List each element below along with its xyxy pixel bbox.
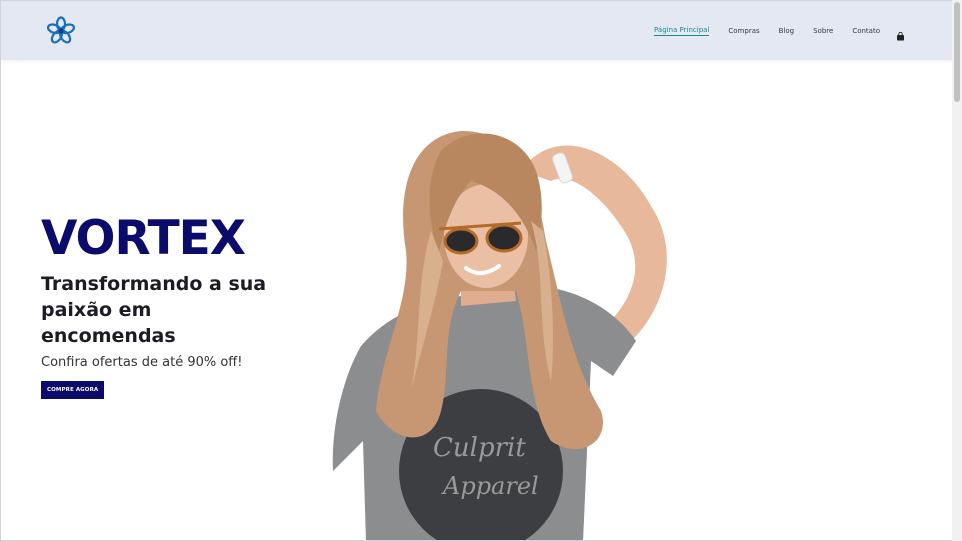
shirt-print-line1: Culprit <box>433 433 526 463</box>
hero-title: VORTEX <box>41 211 246 266</box>
flower-icon <box>46 16 76 44</box>
shirt-print-line2: Apparel <box>441 472 539 500</box>
logo[interactable] <box>46 16 76 46</box>
shop-now-button[interactable]: COMPRE AGORA <box>41 381 105 399</box>
nav-about[interactable]: Sobre <box>813 27 833 35</box>
page-scrollbar[interactable] <box>952 0 962 541</box>
nav-blog[interactable]: Blog <box>779 27 794 35</box>
page-frame: Página Principal Compras Blog Sobre Cont… <box>0 0 952 541</box>
scrollbar-thumb[interactable] <box>954 2 960 102</box>
hero-subtitle: Transformando a sua paixão em encomendas <box>41 273 267 347</box>
nav-contact[interactable]: Contato <box>852 27 880 35</box>
site-header: Página Principal Compras Blog Sobre Cont… <box>1 1 952 60</box>
hero-section: VORTEX Transformando a sua paixão em enc… <box>41 213 291 399</box>
nav-home[interactable]: Página Principal <box>654 26 710 36</box>
shopping-bag-icon[interactable] <box>896 26 905 41</box>
main-nav: Página Principal Compras Blog Sobre Cont… <box>635 1 905 60</box>
hero-offer: Confira ofertas de até 90% off! <box>41 355 243 370</box>
hero-model-image: Culprit Apparel <box>321 111 701 540</box>
nav-shop[interactable]: Compras <box>728 27 759 35</box>
